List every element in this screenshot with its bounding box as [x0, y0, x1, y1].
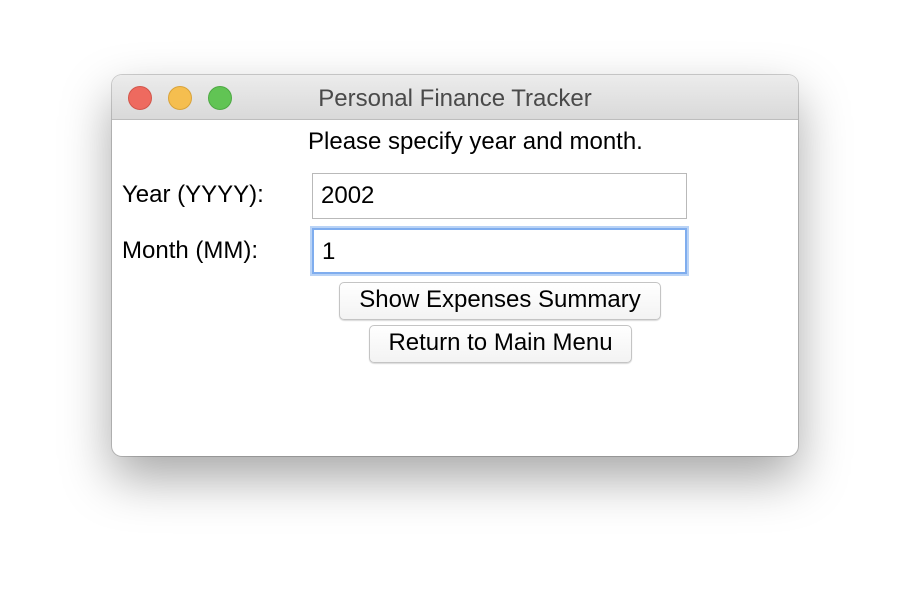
window-title: Personal Finance Tracker	[318, 85, 592, 112]
title-bar[interactable]: Personal Finance Tracker	[112, 75, 798, 120]
show-expenses-summary-button[interactable]: Show Expenses Summary	[339, 282, 661, 320]
year-label: Year (YYYY):	[122, 181, 264, 208]
return-to-main-menu-button[interactable]: Return to Main Menu	[369, 325, 632, 363]
instruction-text: Please specify year and month.	[308, 128, 643, 155]
form-panel: Please specify year and month. Year (YYY…	[112, 120, 798, 456]
app-window: Personal Finance Tracker Please specify …	[112, 75, 798, 456]
month-input[interactable]: 1	[312, 228, 687, 274]
year-input[interactable]: 2002	[312, 173, 687, 219]
month-label: Month (MM):	[122, 237, 259, 264]
